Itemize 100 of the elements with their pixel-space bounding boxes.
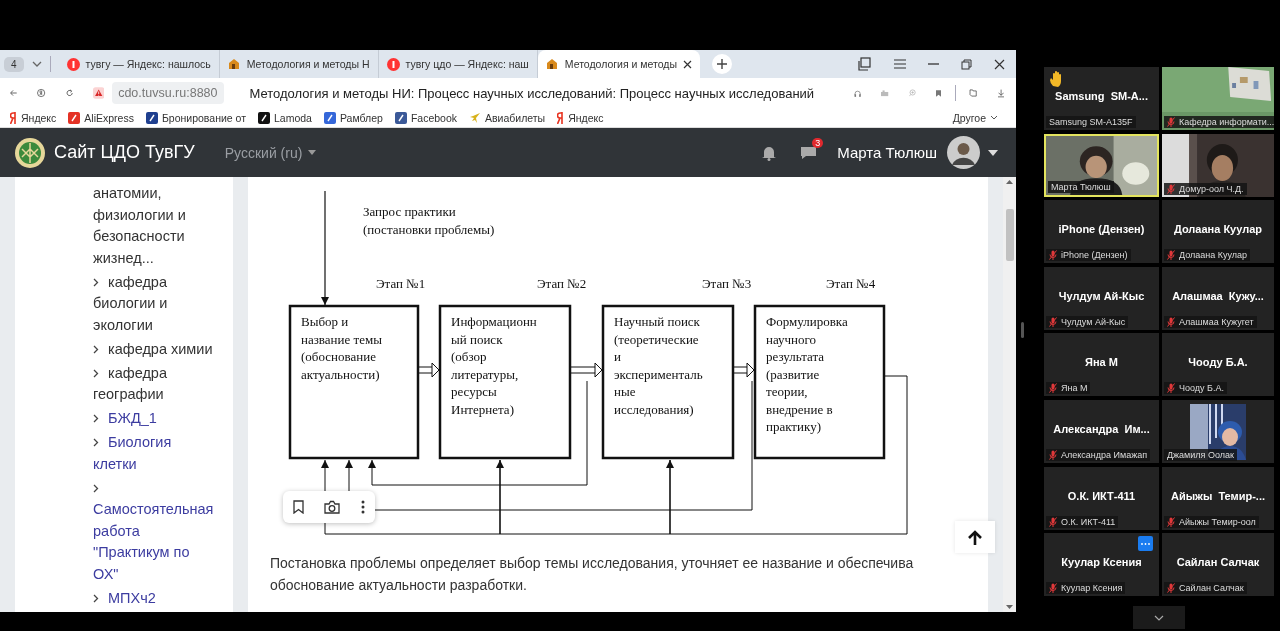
language-menu[interactable]: Русский (ru) <box>224 144 317 161</box>
bookmark-item[interactable]: Lamoda <box>258 111 312 124</box>
avatar[interactable] <box>947 136 980 169</box>
box-text: Информационн ый поиск (обзор литературы, ресурсы Интернета) <box>451 314 537 417</box>
close-icon[interactable] <box>994 58 1005 70</box>
scrollbar[interactable] <box>1003 177 1016 612</box>
flow-arrow <box>570 362 603 378</box>
participant-label: iPhone (Дензен) <box>1061 250 1128 261</box>
participant-name: Чооду Б.А. <box>1188 356 1248 369</box>
site-title[interactable]: Сайт ЦДО ТувГУ <box>54 142 195 163</box>
category-item[interactable]: анатомии, физиологии и безопасности жизнед... <box>93 183 213 269</box>
participant-tile[interactable]: Домур-оол Ч.Д. <box>1162 133 1274 197</box>
caret-icon <box>990 115 998 120</box>
stage-label: Этап №1 <box>376 276 426 291</box>
participant-tile[interactable]: Samsung SM-A... Samsung SM-A135F <box>1044 67 1159 130</box>
course-link[interactable]: Самостоятельная работа "Практикум по ОХ" <box>93 477 213 585</box>
participant-name: Чулдум Ай-Кыс <box>1058 289 1145 302</box>
bookmark-icon <box>557 111 565 124</box>
bookmark-icon <box>145 111 158 124</box>
chevron-down-icon <box>1154 614 1164 621</box>
resize-handle[interactable] <box>1021 322 1024 338</box>
participant-tile[interactable]: Кафедра информати... <box>1162 67 1274 130</box>
bookmark-item[interactable]: Авиабилеты <box>469 111 546 124</box>
course-link[interactable]: БЖД_1 <box>93 408 213 430</box>
participant-label: Джамиля Оолак <box>1167 449 1234 460</box>
tab-icon <box>545 58 559 70</box>
participant-label: Айыжы Темир-оол <box>1179 516 1256 527</box>
participant-name: Алашмаа Кужу... <box>1172 289 1264 302</box>
participant-tile[interactable]: Долаана Куулар Долаана Куулар <box>1162 200 1274 264</box>
bookmark-item[interactable]: Яндекс <box>557 111 604 124</box>
bookmark-icon <box>323 111 336 124</box>
participant-tile[interactable]: Айыжы Темир-... Айыжы Темир-оол <box>1162 466 1274 530</box>
course-link[interactable]: МПХч2 <box>93 587 213 609</box>
restore-icon[interactable] <box>961 58 972 70</box>
bookmark-item[interactable]: Яндекс <box>10 111 57 124</box>
scroll-thumb[interactable] <box>1005 209 1014 261</box>
participant-tile[interactable]: Сайлан Салчак Сайлан Салчак <box>1162 533 1274 597</box>
user-name[interactable]: Марта Тюлюш <box>837 144 937 161</box>
collections-icon[interactable] <box>858 57 872 71</box>
participant-name: iPhone (Дензен) <box>1058 223 1145 236</box>
chevron-icon[interactable] <box>93 344 99 354</box>
bookmark-item[interactable]: AliExpress <box>68 111 134 124</box>
participant-label: О.К. ИКТ-411 <box>1061 516 1116 527</box>
participant-label: Александра Имажап <box>1061 449 1148 460</box>
caret-icon[interactable] <box>31 61 42 67</box>
bookmark-item[interactable]: Рамблер <box>323 111 383 124</box>
bookmark-item[interactable]: Facebook <box>394 111 457 124</box>
paragraph-line: обоснование актуальности разработки. <box>270 576 527 595</box>
participant-tile[interactable]: Марта Тюлюш <box>1044 133 1159 197</box>
bookmarks-more[interactable]: Другое <box>952 111 998 124</box>
participant-name: Сайлан Салчак <box>1176 556 1260 569</box>
flow-arrow <box>733 362 755 378</box>
participant-name: О.К. ИКТ-411 <box>1067 489 1136 502</box>
participant-tile[interactable]: Чулдум Ай-Кыс Чулдум Ай-Кыс <box>1044 266 1159 330</box>
chat-icon[interactable] <box>800 145 818 160</box>
browser-tab[interactable]: Методология и методы <box>537 50 701 78</box>
more-options-button[interactable] <box>1138 536 1153 552</box>
scroll-up-icon[interactable] <box>1006 180 1013 184</box>
address-field[interactable]: cdo.tuvsu.ru:8880 <box>112 82 224 104</box>
scroll-top-button[interactable] <box>955 521 995 553</box>
bookmark-icon <box>10 111 17 124</box>
scroll-down-icon[interactable] <box>1006 605 1013 609</box>
participant-tile[interactable]: iPhone (Дензен) iPhone (Дензен) <box>1044 200 1159 264</box>
caret-icon[interactable] <box>988 149 998 156</box>
chevron-icon[interactable] <box>93 593 99 603</box>
bookmark-icon[interactable] <box>293 500 305 514</box>
new-tab-icon[interactable] <box>712 54 733 74</box>
camera-icon[interactable] <box>324 500 341 514</box>
participant-tile[interactable]: Куулар Ксения Куулар Ксения <box>1044 533 1159 597</box>
bookmark-item[interactable]: Бронирование от <box>145 111 246 124</box>
chevron-icon[interactable] <box>93 277 99 287</box>
category-item[interactable]: кафедра химии <box>93 338 213 360</box>
tab-icon <box>386 57 400 71</box>
chevron-icon[interactable] <box>93 368 99 378</box>
box-text: Научный поиск (теоретические и эксперименталь ные исследования) <box>614 314 703 417</box>
participant-label: Марта Тюлюш <box>1051 181 1111 192</box>
chevron-icon[interactable] <box>93 414 99 423</box>
caret-icon <box>308 150 317 155</box>
more-icon[interactable] <box>360 500 365 514</box>
close-icon[interactable] <box>683 59 693 69</box>
participant-name: Айыжы Темир-... <box>1171 489 1265 502</box>
chevron-icon[interactable] <box>93 438 99 447</box>
course-link[interactable]: Биология клетки <box>93 432 213 475</box>
participant-tile[interactable]: Александра Им... Александра Имажап <box>1044 399 1159 463</box>
participant-name: Яна М <box>1085 356 1118 369</box>
participant-name: Долаана Куулар <box>1173 223 1263 236</box>
tab-count[interactable]: 4 <box>4 56 24 72</box>
participant-tile[interactable]: Чооду Б.А. Чооду Б.А. <box>1162 333 1274 397</box>
participant-name: Куулар Ксения <box>1061 556 1142 569</box>
category-item[interactable]: кафедра географии <box>93 362 213 406</box>
participant-label: Чооду Б.А. <box>1179 383 1224 394</box>
bell-icon[interactable] <box>762 144 777 161</box>
arrow-up-icon <box>968 529 982 545</box>
participant-tile[interactable]: Джамиля Оолак <box>1162 399 1274 463</box>
participant-label: Кафедра информати... <box>1179 117 1274 127</box>
participant-tile[interactable]: Алашмаа Кужу... Алашмаа Кужугет <box>1162 266 1274 330</box>
menu-icon[interactable] <box>894 59 906 69</box>
chevron-icon[interactable] <box>93 483 99 493</box>
participant-tile[interactable]: Яна М Яна М <box>1044 333 1159 397</box>
participant-tile[interactable]: О.К. ИКТ-411 О.К. ИКТ-411 <box>1044 466 1159 530</box>
